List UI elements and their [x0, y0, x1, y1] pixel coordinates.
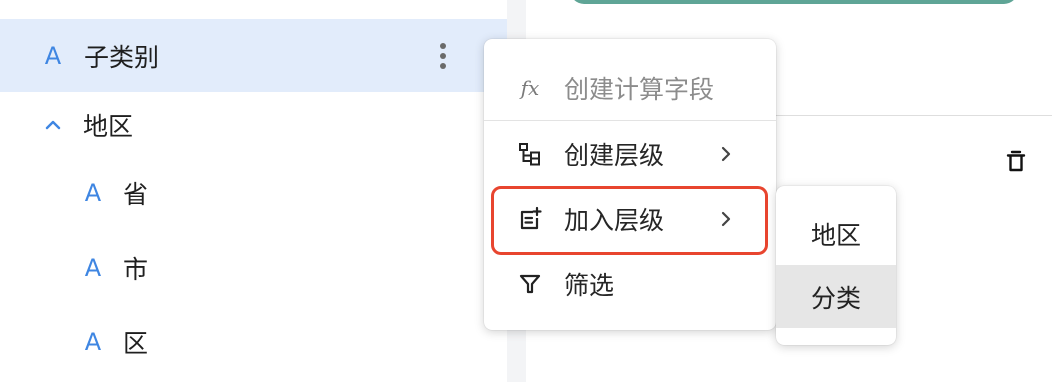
- menu-item-create-calculated-field[interactable]: fx 创建计算字段: [484, 56, 776, 120]
- chevron-right-icon: [721, 146, 731, 162]
- highlight-annotation: [491, 186, 768, 255]
- menu-item-create-hierarchy[interactable]: 创建层级: [484, 122, 776, 186]
- text-type-icon: A: [84, 254, 102, 282]
- field-group-region[interactable]: 地区: [0, 92, 507, 158]
- fx-icon: fx: [520, 76, 540, 100]
- menu-item-label: 创建层级: [564, 141, 665, 170]
- hierarchy-submenu: 地区 分类: [776, 186, 896, 345]
- group-label: 地区: [83, 112, 134, 141]
- action-button-edge[interactable]: [570, 0, 1018, 4]
- menu-item-filter[interactable]: 筛选: [484, 252, 776, 316]
- field-row-district[interactable]: A 区: [0, 306, 507, 378]
- hierarchy-icon: [517, 141, 543, 167]
- field-label: 市: [123, 255, 149, 284]
- text-type-icon: A: [44, 41, 62, 70]
- chevron-up-icon[interactable]: [41, 115, 65, 135]
- text-type-icon: A: [84, 328, 102, 356]
- submenu-item-region[interactable]: 地区: [776, 202, 896, 265]
- field-list-panel: A 子类别 地区 A 省 A 市 A 区: [0, 0, 507, 382]
- field-context-menu: fx 创建计算字段 创建层级 加入层级 筛选: [484, 39, 776, 330]
- field-label: 省: [123, 180, 149, 209]
- menu-item-label: 创建计算字段: [564, 75, 715, 104]
- field-label: 子类别: [84, 42, 160, 72]
- field-row-city[interactable]: A 市: [0, 232, 507, 304]
- field-label: 区: [123, 329, 149, 358]
- field-row-province[interactable]: A 省: [0, 158, 507, 228]
- text-type-icon: A: [84, 179, 102, 207]
- trash-icon[interactable]: [1004, 148, 1028, 174]
- more-options-icon[interactable]: [437, 43, 449, 69]
- submenu-item-category[interactable]: 分类: [776, 265, 896, 328]
- filter-icon: [517, 271, 543, 297]
- menu-separator: [484, 120, 776, 121]
- field-row-subcategory[interactable]: A 子类别: [0, 19, 507, 92]
- menu-item-label: 筛选: [564, 271, 615, 300]
